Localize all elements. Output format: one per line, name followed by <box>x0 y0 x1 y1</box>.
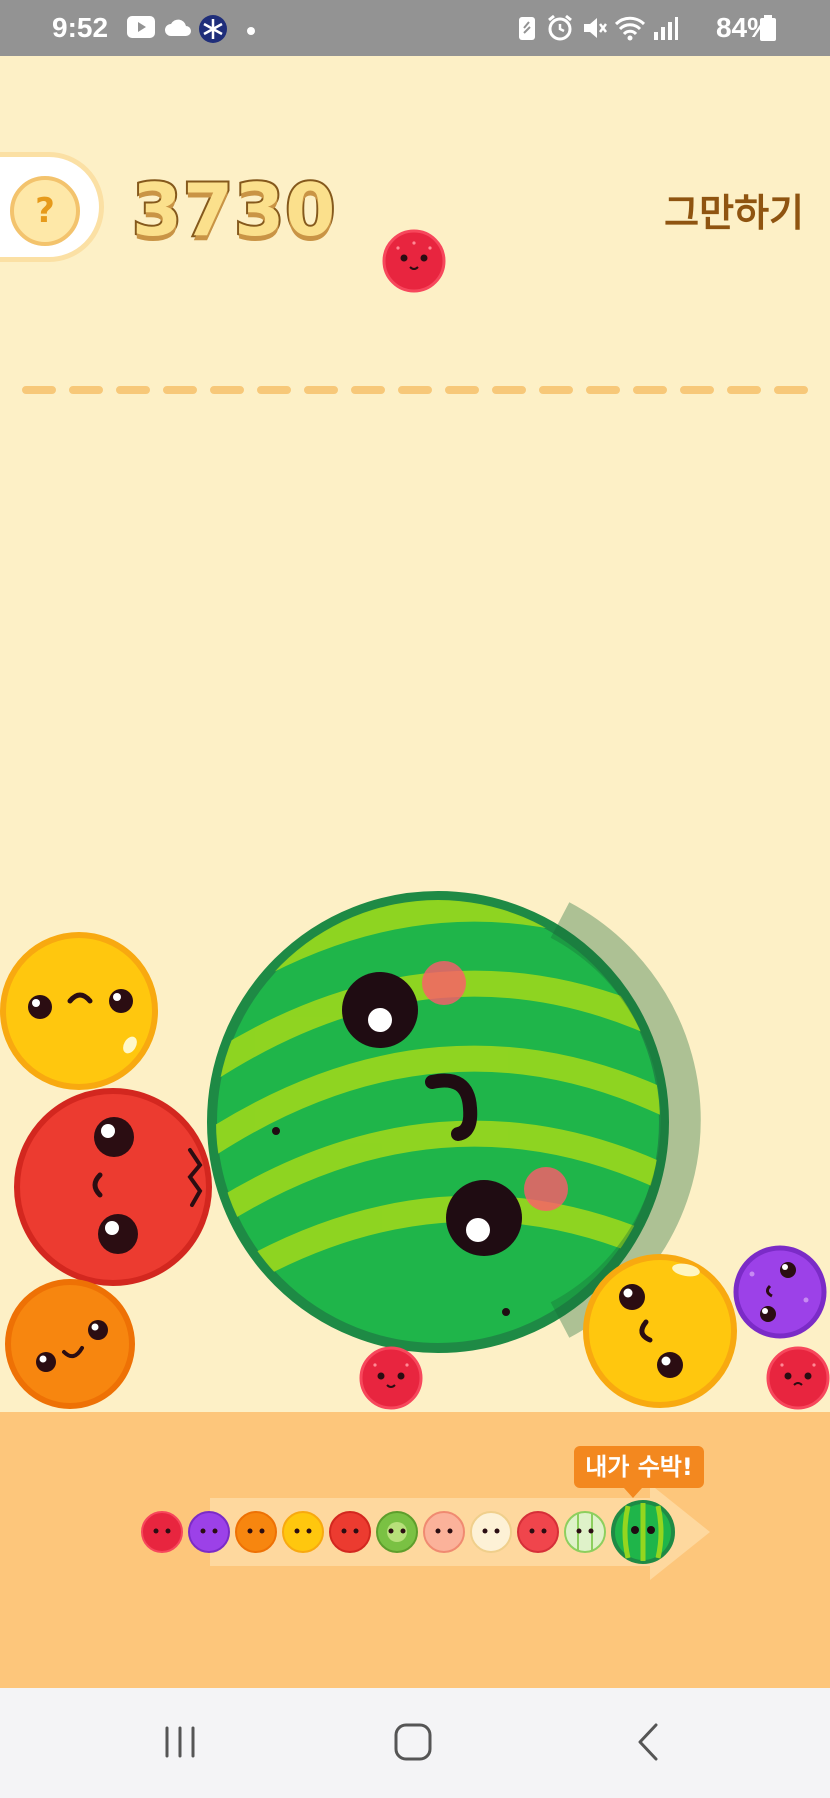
evo-apple-red-icon <box>329 1511 371 1553</box>
evo-kiwi-icon <box>376 1511 418 1553</box>
home-icon[interactable] <box>378 1712 448 1772</box>
evo-apple-icon <box>517 1511 559 1553</box>
back-icon[interactable] <box>612 1712 682 1772</box>
evo-grape-icon <box>188 1511 230 1553</box>
evo-lemon-icon <box>282 1511 324 1553</box>
recent-apps-icon[interactable] <box>145 1712 215 1772</box>
system-nav-bar <box>0 1688 830 1798</box>
evo-orange-icon <box>235 1511 277 1553</box>
evolution-chain <box>141 1500 675 1564</box>
evo-melon-icon <box>564 1511 606 1553</box>
evo-watermelon-icon <box>611 1500 675 1564</box>
evo-peach-icon <box>423 1511 465 1553</box>
evo-cherry-icon <box>141 1511 183 1553</box>
evo-pear-icon <box>470 1511 512 1553</box>
